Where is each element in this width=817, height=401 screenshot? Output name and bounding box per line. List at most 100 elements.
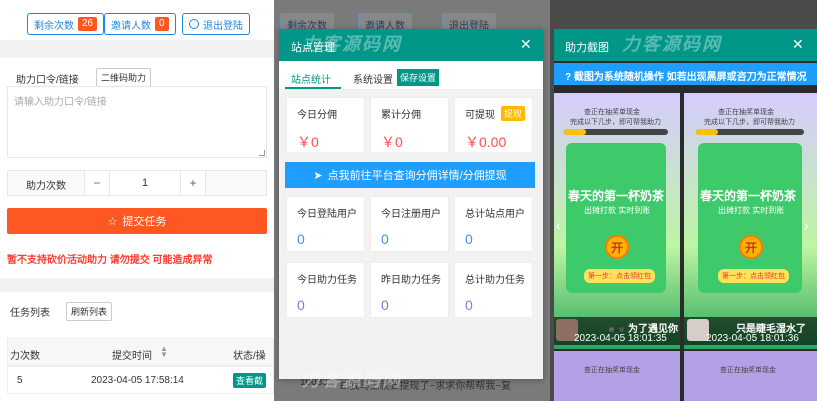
minus-icon: −: [93, 176, 101, 190]
commission-detail-label: 点我前往平台查询分佣详情/分佣提现: [327, 170, 507, 182]
open-label-2: 开: [744, 240, 757, 255]
step-button-2: 第一步：点击领红包: [718, 269, 789, 283]
total-tasks-title: 总计助力任务: [465, 275, 525, 286]
code-textarea-placeholder: 请输入助力口令/链接: [14, 97, 107, 108]
today-register-value: 0: [381, 231, 389, 247]
phone-headline-2: 春天的第一杯奶茶: [700, 189, 797, 203]
yesterday-tasks-value: 0: [381, 297, 389, 313]
screenshot-modal: 助力截图 ✕ ? 截图为系统随机操作 如若出现黑屏或咨刀为正常情况 查正在抽奖单…: [554, 29, 817, 401]
count-input[interactable]: 1: [110, 171, 180, 195]
shot-modal-title: 助力截图: [565, 42, 609, 54]
tab-system-settings[interactable]: 系统设置: [353, 71, 393, 86]
screenshot-card-2[interactable]: 查正在抽奖单现金 完成以下几步，即可帮我助力 春天的第一杯奶茶 出摊打款 实时到…: [684, 93, 817, 349]
open-button-1: 开: [605, 235, 629, 259]
star-icon: ☆: [107, 215, 118, 228]
logout-button[interactable]: 退出登陆: [182, 13, 250, 35]
card-bottom-line-3: 查正在抽奖单现金: [584, 367, 640, 374]
chevron-left-icon[interactable]: ‹: [556, 217, 561, 233]
sort-icon: ▲ ▼: [160, 344, 168, 359]
logout-label: 退出登陆: [203, 20, 243, 32]
total-commission-card: 累计分佣 ￥0: [370, 97, 449, 153]
today-register-card: 今日注册用户 0: [370, 196, 449, 252]
total-tasks-card: 总计助力任务 0: [454, 262, 533, 318]
today-commission-card: 今日分佣 ￥0: [286, 97, 365, 153]
yesterday-tasks-card: 昨日助力任务 0: [370, 262, 449, 318]
open-button-2: 开: [739, 235, 763, 259]
commission-detail-banner[interactable]: ➤ 点我前往平台查询分佣详情/分佣提现: [285, 162, 535, 188]
total-users-card: 总计站点用户 0: [454, 196, 533, 252]
chevron-right-icon[interactable]: ›: [804, 217, 809, 233]
screenshot-card-4[interactable]: [684, 351, 817, 401]
row-count: 5: [17, 375, 23, 386]
today-tasks-title: 今日助力任务: [297, 275, 357, 286]
shot-close-icon[interactable]: ✕: [792, 36, 804, 53]
withdrawable-title: 可提现: [465, 110, 495, 121]
col-count-header: 力次数: [10, 351, 40, 362]
watermark-bottom: 力客源码网: [302, 370, 402, 390]
progress-fill-1: [564, 129, 586, 135]
step-button-1: 第一步：点击领红包: [584, 269, 655, 283]
watermark-top-mid: 力客源码网: [302, 34, 402, 54]
power-icon: [189, 19, 199, 29]
today-register-title: 今日注册用户: [381, 209, 441, 220]
total-commission-title: 累计分佣: [381, 110, 421, 121]
submit-task-button[interactable]: ☆ 提交任务: [7, 208, 267, 234]
caption-time-1: 2023-04-05 18:01:35: [574, 333, 667, 344]
phone-headline-1: 春天的第一杯奶茶: [568, 189, 665, 203]
phone-slogan-1: 出摊打款 实时到账: [584, 206, 651, 215]
warning-text: 暂不支持砍价活动助力 请勿提交 可能造成异常: [7, 255, 213, 266]
total-users-title: 总计站点用户: [465, 209, 525, 220]
withdrawable-value: ￥0.00: [465, 134, 507, 150]
count-value: 1: [141, 177, 149, 189]
total-tasks-value: 0: [465, 297, 473, 313]
invite-count-badge: 0: [155, 17, 169, 31]
watermark-top-right: 力客源码网: [622, 34, 722, 54]
decrement-button[interactable]: −: [84, 171, 110, 195]
row-view-screenshot-button[interactable]: 查看截: [233, 373, 267, 388]
row-time: 2023-04-05 17:58:14: [91, 375, 184, 386]
notice-text: ? 截图为系统随机操作 如若出现黑屏或咨刀为正常情况: [565, 72, 807, 83]
remaining-count-button[interactable]: 剩余次数 26: [27, 13, 105, 35]
today-login-title: 今日登陆用户: [297, 209, 357, 220]
phone-slogan-2: 出摊打款 实时到账: [718, 206, 785, 215]
card-bottom-line-4: 查正在抽奖单现金: [720, 367, 776, 374]
qr-help-button[interactable]: 二维码助力: [96, 68, 152, 87]
open-label-1: 开: [610, 240, 623, 255]
send-icon: ➤: [313, 169, 323, 182]
tab-site-stats[interactable]: 站点统计: [291, 71, 331, 86]
today-tasks-card: 今日助力任务 0: [286, 262, 365, 318]
code-textarea[interactable]: 请输入助力口令/链接: [7, 86, 267, 158]
today-commission-title: 今日分佣: [297, 110, 337, 121]
remaining-count-badge: 26: [78, 17, 98, 31]
withdraw-button[interactable]: 提现: [501, 106, 526, 121]
refresh-list-button[interactable]: 刷新列表: [66, 302, 113, 321]
invite-count-button[interactable]: 邀请人数 0: [104, 13, 176, 35]
caption-time-2: 2023-04-05 18:01:36: [706, 333, 799, 344]
yesterday-tasks-title: 昨日助力任务: [381, 275, 441, 286]
code-label: 助力口令/链接: [16, 75, 79, 86]
screenshot-card-3[interactable]: [554, 351, 680, 401]
increment-button[interactable]: +: [180, 171, 206, 195]
phone-top-line-2: 查正在抽奖单现金: [718, 109, 774, 116]
phone-sub-line-2: 完成以下几步，即可帮我助力: [704, 119, 795, 126]
total-commission-value: ￥0: [381, 134, 403, 150]
screenshot-card-1[interactable]: 查正在抽奖单现金 完成以下几步，即可帮我助力 春天的第一杯奶茶 出摊打款 实时到…: [554, 93, 680, 349]
today-commission-value: ￥0: [297, 134, 319, 150]
task-list-title: 任务列表: [10, 308, 50, 319]
phone-sub-line-1: 完成以下几步，即可帮我助力: [570, 119, 661, 126]
phone-top-line-1: 查正在抽奖单现金: [584, 109, 640, 116]
site-management-modal: 站点管理 ✕ 站点统计 系统设置 保存设置 今日分佣 ￥0 累计分佣 ￥0 可提…: [279, 29, 543, 379]
remaining-count-label: 剩余次数: [34, 20, 74, 32]
invite-count-label: 邀请人数: [111, 20, 151, 32]
count-label: 助力次数: [26, 181, 66, 192]
save-settings-button[interactable]: 保存设置: [397, 69, 440, 86]
withdrawable-card: 可提现 提现 ￥0.00: [454, 97, 533, 153]
total-users-value: 0: [465, 231, 473, 247]
close-icon[interactable]: ✕: [520, 36, 532, 53]
resize-handle-icon: [259, 150, 265, 156]
submit-task-label: 提交任务: [122, 216, 167, 228]
today-login-value: 0: [297, 231, 305, 247]
today-tasks-value: 0: [297, 297, 305, 313]
col-time-header: 提交时间: [112, 351, 152, 362]
plus-icon: +: [189, 176, 197, 190]
